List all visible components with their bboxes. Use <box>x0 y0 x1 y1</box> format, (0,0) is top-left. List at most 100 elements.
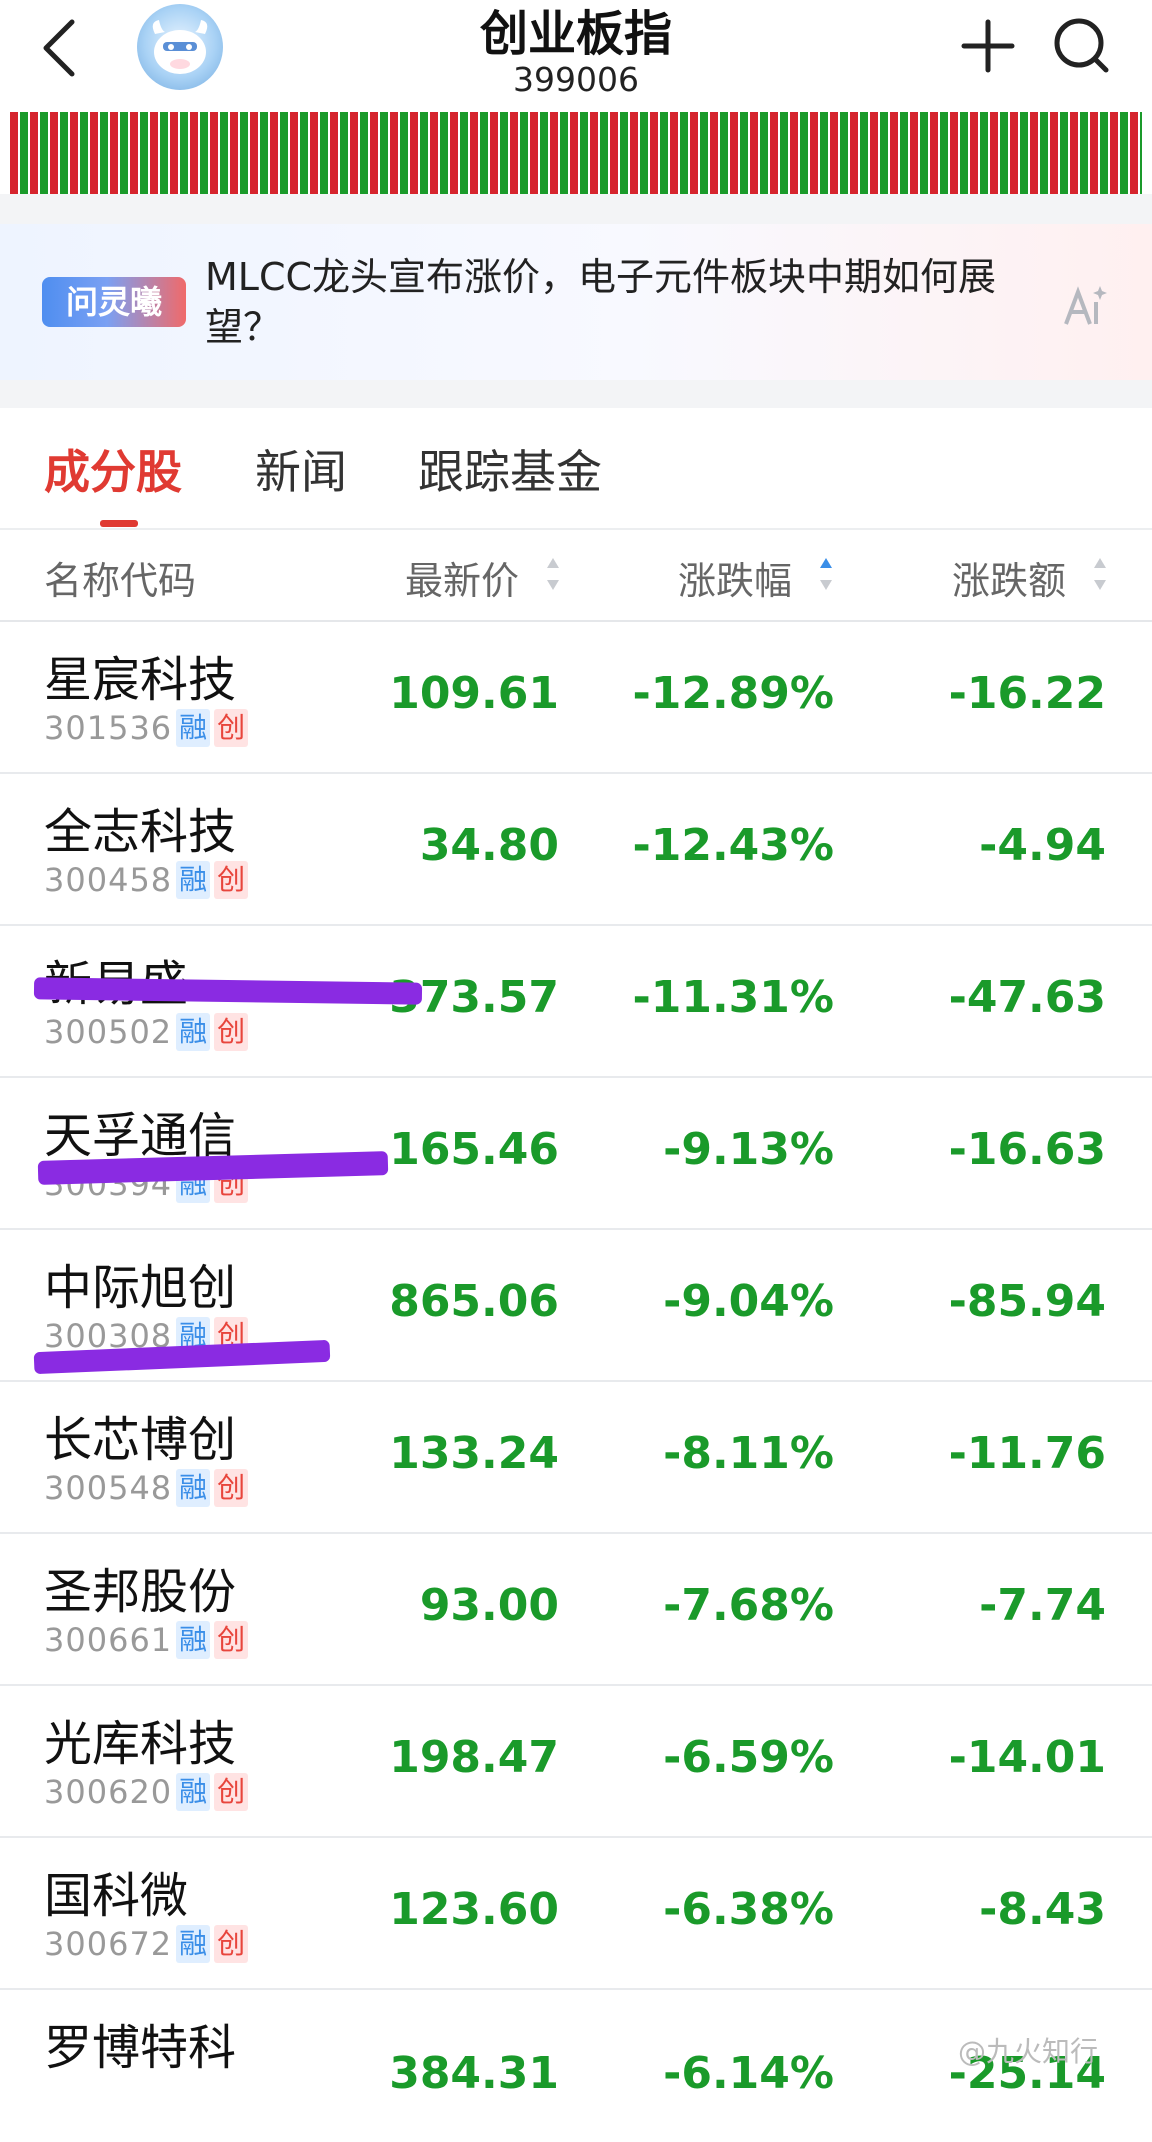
change-value: -47.63 <box>948 972 1106 1023</box>
stock-name: 国科微 <box>44 1868 189 1924</box>
chinext-tag: 创 <box>214 1469 249 1507</box>
price-value: 133.24 <box>389 1428 559 1479</box>
active-tab-indicator <box>100 520 138 527</box>
table-row[interactable]: 光库科技 300620 融 创 198.47 -6.59% -14.01 <box>0 1686 1152 1838</box>
chinext-tag: 创 <box>214 861 249 899</box>
chinext-tag: 创 <box>214 1925 249 1963</box>
divider <box>0 194 1152 224</box>
sort-icon[interactable] <box>545 554 561 594</box>
search-button[interactable] <box>1050 14 1114 78</box>
margin-tag: 融 <box>176 1773 211 1811</box>
pct-change-value: -8.11% <box>663 1428 834 1479</box>
price-value: 865.06 <box>389 1276 559 1327</box>
stock-code: 300548 <box>44 1469 173 1507</box>
change-value: -16.22 <box>948 668 1106 719</box>
price-value: 123.60 <box>389 1884 559 1935</box>
stock-name: 罗博特科 <box>44 2020 237 2076</box>
pct-change-value: -6.59% <box>663 1732 834 1783</box>
column-name-code: 名称代码 <box>44 559 197 603</box>
table-row[interactable]: 中际旭创 300308 融 创 865.06 -9.04% -85.94 <box>0 1230 1152 1382</box>
chinext-tag: 创 <box>214 709 249 747</box>
margin-tag: 融 <box>176 1469 211 1507</box>
pct-change-value: -9.13% <box>663 1124 834 1175</box>
pct-change-value: -11.31% <box>632 972 834 1023</box>
stock-name: 星宸科技 <box>44 652 237 708</box>
change-value: -85.94 <box>948 1276 1106 1327</box>
tab-constituents[interactable]: 成分股 <box>44 436 182 502</box>
stock-name: 光库科技 <box>44 1716 237 1772</box>
ai-icon[interactable] <box>1060 282 1108 330</box>
stock-meta: 300548 融 创 <box>44 1468 249 1508</box>
stock-meta: 300672 融 创 <box>44 1924 249 1964</box>
divider <box>0 380 1152 408</box>
stock-meta: 300502 融 创 <box>44 1012 249 1052</box>
top-bar: 创业板指 399006 <box>0 0 1152 110</box>
tab-bar: 成分股 新闻 跟踪基金 <box>0 408 1152 528</box>
stock-name: 长芯博创 <box>44 1412 237 1468</box>
change-value: -11.76 <box>948 1428 1106 1479</box>
table-row[interactable]: 新易盛 300502 融 创 373.57 -11.31% -47.63 <box>0 926 1152 1078</box>
plus-icon <box>961 19 1015 73</box>
change-value: -14.01 <box>948 1732 1106 1783</box>
pct-change-value: -9.04% <box>663 1276 834 1327</box>
chinext-tag: 创 <box>214 1621 249 1659</box>
margin-tag: 融 <box>176 709 211 747</box>
sort-icon[interactable] <box>818 554 834 594</box>
change-value: -4.94 <box>979 820 1106 871</box>
watermark: @九火知行 <box>958 2035 1099 2068</box>
change-value: -16.63 <box>948 1124 1106 1175</box>
column-pct-change[interactable]: 涨跌幅 <box>678 550 792 605</box>
ai-question-text[interactable]: MLCC龙头宣布涨价，电子元件板块中期如何展望？ <box>205 252 1035 352</box>
price-value: 384.31 <box>389 2048 559 2099</box>
stock-meta: 300458 融 创 <box>44 860 249 900</box>
stock-list: 星宸科技 301536 融 创 109.61 -12.89% -16.22 全志… <box>0 622 1152 2142</box>
table-row[interactable]: 全志科技 300458 融 创 34.80 -12.43% -4.94 <box>0 774 1152 926</box>
price-value: 34.80 <box>419 820 559 871</box>
stock-name: 中际旭创 <box>44 1260 237 1316</box>
change-value: -7.74 <box>979 1580 1106 1631</box>
advance-decline-bar <box>10 112 1142 194</box>
table-row[interactable]: 长芯博创 300548 融 创 133.24 -8.11% -11.76 <box>0 1382 1152 1534</box>
tab-news[interactable]: 新闻 <box>255 436 347 502</box>
stock-name: 圣邦股份 <box>44 1564 237 1620</box>
stock-meta: 300620 融 创 <box>44 1772 249 1812</box>
chinext-tag: 创 <box>214 1773 249 1811</box>
pct-change-value: -6.14% <box>663 2048 834 2099</box>
search-icon <box>1054 18 1109 73</box>
stock-code: 300672 <box>44 1925 173 1963</box>
price-value: 93.00 <box>419 1580 559 1631</box>
stock-code: 301536 <box>44 709 173 747</box>
tab-tracking-funds[interactable]: 跟踪基金 <box>418 436 602 502</box>
pct-change-value: -7.68% <box>663 1580 834 1631</box>
ai-badge: 问灵曦 <box>42 277 186 327</box>
price-value: 109.61 <box>389 668 559 719</box>
margin-tag: 融 <box>176 1621 211 1659</box>
price-value: 198.47 <box>389 1732 559 1783</box>
stock-code: 300661 <box>44 1621 173 1659</box>
stock-name: 全志科技 <box>44 804 237 860</box>
add-button[interactable] <box>958 16 1018 76</box>
change-value: -8.43 <box>979 1884 1106 1935</box>
ai-glyph-icon <box>1064 286 1107 325</box>
stock-code: 300620 <box>44 1773 173 1811</box>
margin-tag: 融 <box>176 861 211 899</box>
stock-code: 300502 <box>44 1013 173 1051</box>
table-header: 名称代码 最新价 涨跌幅 涨跌额 <box>0 530 1152 622</box>
stock-meta: 300661 融 创 <box>44 1620 249 1660</box>
price-value: 165.46 <box>389 1124 559 1175</box>
table-row[interactable]: 圣邦股份 300661 融 创 93.00 -7.68% -7.74 <box>0 1534 1152 1686</box>
margin-tag: 融 <box>176 1925 211 1963</box>
chinext-tag: 创 <box>214 1013 249 1051</box>
stock-code: 300458 <box>44 861 173 899</box>
table-row[interactable]: 国科微 300672 融 创 123.60 -6.38% -8.43 <box>0 1838 1152 1990</box>
column-price[interactable]: 最新价 <box>405 550 519 605</box>
pct-change-value: -12.89% <box>632 668 834 719</box>
stock-meta: 301536 融 创 <box>44 708 249 748</box>
table-row[interactable]: 天孚通信 300394 融 创 165.46 -9.13% -16.63 <box>0 1078 1152 1230</box>
table-row[interactable]: 星宸科技 301536 融 创 109.61 -12.89% -16.22 <box>0 622 1152 774</box>
sort-icon[interactable] <box>1092 554 1108 594</box>
pct-change-value: -6.38% <box>663 1884 834 1935</box>
pct-change-value: -12.43% <box>632 820 834 871</box>
column-change[interactable]: 涨跌额 <box>952 550 1066 605</box>
margin-tag: 融 <box>176 1013 211 1051</box>
